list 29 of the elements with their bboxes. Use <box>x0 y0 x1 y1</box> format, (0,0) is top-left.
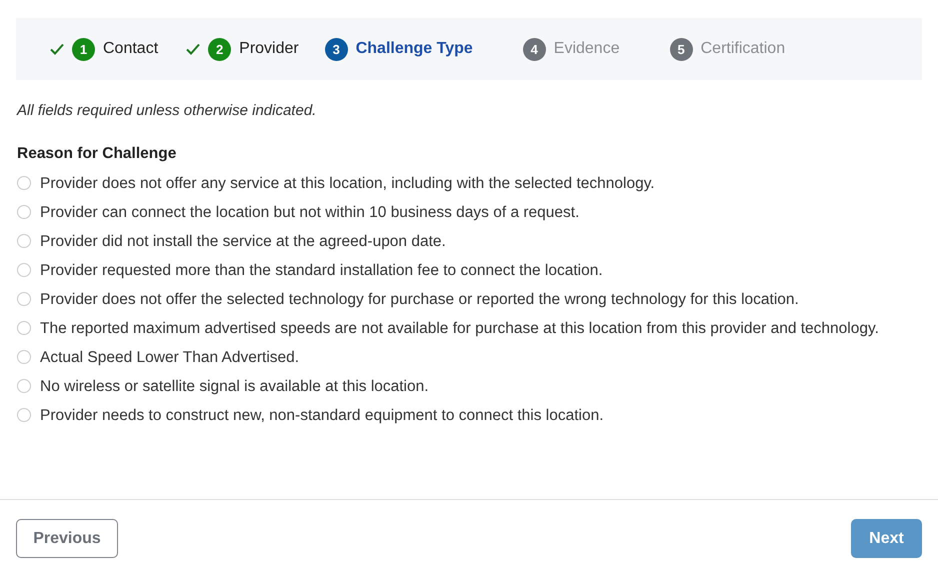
radio-button[interactable] <box>17 379 31 393</box>
radio-button[interactable] <box>17 350 31 364</box>
option-label[interactable]: The reported maximum advertised speeds are not available for purchase at this location from this provider and technology. <box>40 315 879 342</box>
radio-button[interactable] <box>17 292 31 306</box>
radio-button[interactable] <box>17 234 31 248</box>
radio-button[interactable] <box>17 408 31 422</box>
step-label[interactable]: Provider <box>239 40 299 58</box>
step-number: 2 <box>208 38 232 60</box>
step-number: 3 <box>324 38 348 60</box>
option-label[interactable]: Provider did not install the service at the agreed-upon date. <box>40 228 446 255</box>
required-note: All fields required unless otherwise indicated. <box>17 102 318 119</box>
reason-legend: Reason for Challenge <box>17 145 938 163</box>
radio-button[interactable] <box>17 205 31 219</box>
radio-button[interactable] <box>17 321 31 335</box>
option-label[interactable]: Actual Speed Lower Than Advertised. <box>40 344 300 371</box>
option-label[interactable]: Provider requested more than the standard installation fee to connect the location. <box>40 257 603 284</box>
step-number: 1 <box>72 38 95 60</box>
previous-button[interactable]: Previous <box>16 519 118 558</box>
step-number: 4 <box>522 38 546 60</box>
option-label[interactable]: No wireless or satellite signal is available at this location. <box>40 373 429 400</box>
radio-button[interactable] <box>17 176 31 190</box>
option-label[interactable]: Provider needs to construct new, non-standard equipment to connect this location. <box>40 402 604 429</box>
step-number: 5 <box>670 38 693 60</box>
option-label[interactable]: Provider does not offer any service at this location, including with the selected technology. <box>40 170 655 197</box>
option-label[interactable]: Provider does not offer the selected technology for purchase or reported the wrong technology for this location. <box>40 286 799 313</box>
step-label[interactable]: Challenge Type <box>356 40 473 58</box>
step-label[interactable]: Contact <box>103 40 158 58</box>
option-label[interactable]: Provider can connect the location but not within 10 business days of a request. <box>40 199 580 226</box>
radio-button[interactable] <box>17 263 31 277</box>
